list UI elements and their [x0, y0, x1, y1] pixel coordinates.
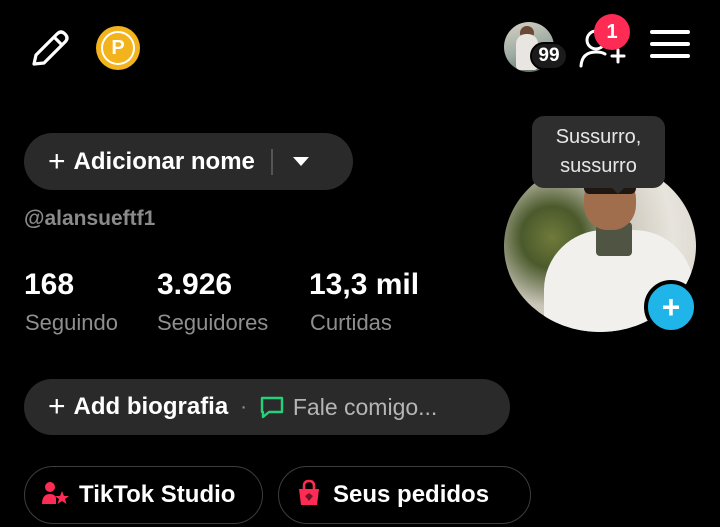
plus-icon: + [48, 390, 66, 423]
edit-icon[interactable] [26, 24, 74, 72]
plus-icon: + [48, 144, 66, 178]
chat-bubble-icon [259, 395, 285, 419]
add-bio-button[interactable]: + Add biografia · Fale comigo... [24, 379, 510, 435]
shopping-bag-icon [295, 479, 323, 512]
coin-letter: P [101, 31, 135, 65]
message-hint: Fale comigo... [292, 393, 438, 420]
following-label[interactable]: Seguindo [25, 310, 118, 336]
followers-count[interactable]: 3.926 [157, 268, 232, 302]
notification-badge: 1 [594, 14, 630, 50]
coins-icon[interactable]: P [96, 26, 140, 70]
following-count[interactable]: 168 [24, 268, 74, 302]
orders-label: Seus pedidos [333, 481, 490, 508]
chevron-down-icon[interactable] [292, 157, 309, 166]
divider [270, 148, 273, 175]
whisper-line-2: sussurro [560, 155, 637, 177]
studio-icon [41, 480, 69, 511]
account-badge: 99 [530, 42, 568, 70]
likes-label[interactable]: Curtidas [310, 310, 392, 336]
username: @alansueftf1 [24, 207, 156, 230]
add-bio-label: Add biografia [73, 393, 229, 420]
likes-count[interactable]: 13,3 mil [309, 268, 419, 302]
followers-label[interactable]: Seguidores [157, 310, 268, 336]
add-name-button[interactable]: + Adicionar nome [24, 133, 353, 190]
bubble-tail [610, 186, 626, 194]
menu-icon[interactable] [650, 30, 690, 62]
tiktok-studio-button[interactable]: TikTok Studio [24, 466, 263, 524]
separator-dot: · [240, 395, 247, 418]
whisper-line-1: Sussurro, [555, 126, 642, 148]
add-story-plus-icon[interactable]: + [644, 280, 698, 334]
tiktok-studio-label: TikTok Studio [79, 481, 236, 508]
add-name-label: Adicionar nome [73, 147, 255, 175]
whisper-bubble[interactable]: Sussurro, sussurro [532, 116, 665, 188]
orders-button[interactable]: Seus pedidos [278, 466, 531, 524]
